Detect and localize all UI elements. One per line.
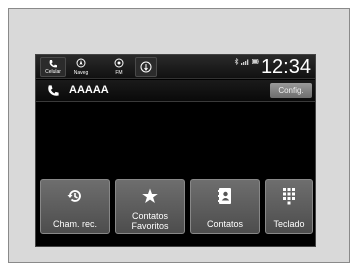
head-unit-screen: Celular Naveg FM 12:34 AAAAA Config. Cha… [35,54,316,247]
favorites-button[interactable]: Contatos Favoritos [115,179,185,234]
source-label: Naveg [73,70,89,76]
star-icon [141,187,159,210]
call-history-button[interactable]: Cham. rec. [40,179,110,234]
source-button-fm[interactable]: FM [108,57,130,77]
navigation-icon [76,58,86,70]
config-button[interactable]: Config. [270,83,312,98]
status-bar: Celular Naveg FM 12:34 [36,55,315,79]
menu-label: Teclado [273,219,305,229]
history-icon [66,187,84,210]
phonebook-icon [217,187,233,210]
contact-row: AAAAA Config. [36,80,315,102]
radio-icon [114,58,124,70]
phone-icon [48,59,58,71]
source-button-celular[interactable]: Celular [40,57,66,77]
source-label: FM [115,70,123,76]
screen-frame: Celular Naveg FM 12:34 AAAAA Config. Cha… [8,8,350,263]
bluetooth-icon [234,57,239,67]
phone-icon [46,84,60,103]
menu-label: Contatos [206,219,244,229]
menu-label: Cham. rec. [52,219,97,229]
source-button-naveg[interactable]: Naveg [68,57,94,77]
source-button-audio[interactable] [135,57,157,77]
signal-icon [241,59,250,67]
keypad-button[interactable]: Teclado [265,179,313,234]
keypad-icon [282,187,296,210]
battery-icon [252,59,259,66]
clock: 12:34 [260,56,311,78]
contacts-button[interactable]: Contatos [190,179,260,234]
status-indicators [234,57,259,67]
audio-source-icon [140,61,152,75]
connected-phone-name: AAAAA [69,84,109,96]
menu-label: Contatos Favoritos [131,211,169,231]
